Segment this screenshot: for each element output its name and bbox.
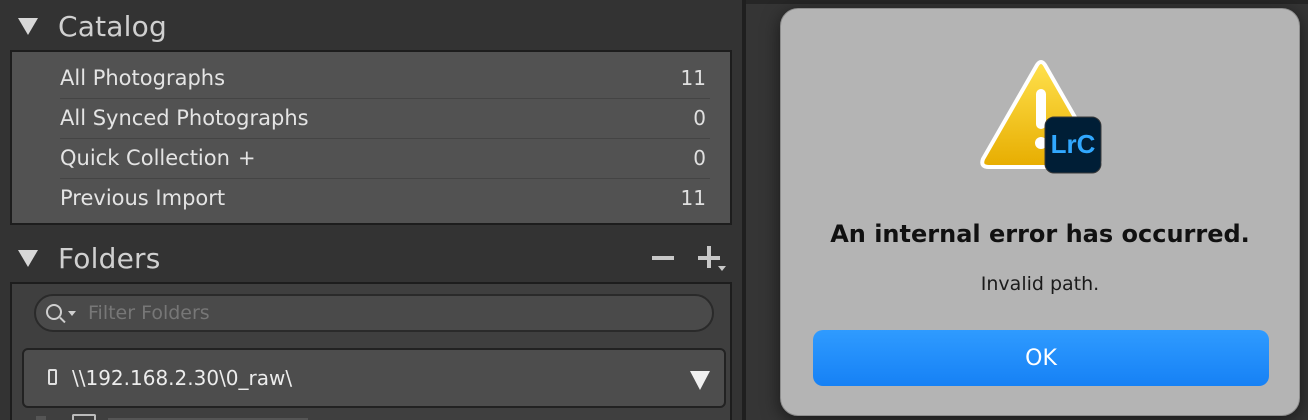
catalog-item-all-photographs[interactable]: All Photographs 11 — [12, 58, 730, 98]
volume-path: \\192.168.2.30\0_raw\ — [72, 366, 293, 390]
catalog-item-label: Previous Import — [60, 186, 226, 210]
folder-row-partial[interactable] — [32, 414, 332, 420]
dialog-title: An internal error has occurred. — [830, 220, 1250, 248]
catalog-item-label: All Synced Photographs — [60, 106, 309, 130]
filter-folders-field[interactable] — [34, 294, 714, 332]
error-dialog: LrC An internal error has occurred. Inva… — [780, 8, 1300, 416]
drive-icon — [48, 369, 57, 385]
collapse-triangle-icon[interactable] — [18, 250, 38, 267]
remove-folder-minus-icon[interactable] — [652, 256, 674, 260]
folders-header[interactable]: Folders — [0, 236, 742, 280]
left-panel: Catalog All Photographs 11 All Synced Ph… — [0, 0, 742, 420]
warning-icon: LrC — [980, 60, 1102, 174]
folder-actions — [648, 244, 732, 274]
quick-collection-plus-icon: + — [237, 146, 256, 170]
lrc-badge-text: LrC — [1051, 129, 1096, 159]
catalog-item-count: 11 — [680, 186, 706, 210]
volume-expand-triangle-icon[interactable] — [690, 371, 710, 390]
dialog-message: Invalid path. — [980, 273, 1100, 295]
catalog-item-count: 0 — [693, 106, 706, 130]
catalog-item-count: 11 — [680, 66, 706, 90]
add-folder-plus-icon[interactable] — [696, 244, 726, 272]
catalog-item-count: 0 — [693, 146, 706, 170]
folder-icon — [72, 414, 96, 420]
catalog-item-label: Quick Collection + — [60, 146, 256, 170]
catalog-header[interactable]: Catalog — [0, 4, 742, 48]
catalog-item-all-synced-photographs[interactable]: All Synced Photographs 0 — [12, 98, 730, 138]
folders-list: \\192.168.2.30\0_raw\ — [10, 282, 732, 420]
top-bar — [746, 0, 1308, 4]
collapse-triangle-icon[interactable] — [18, 18, 38, 35]
folders-title: Folders — [58, 241, 161, 275]
filter-folders-input[interactable] — [88, 300, 688, 326]
catalog-item-previous-import[interactable]: Previous Import 11 — [12, 178, 730, 218]
catalog-title: Catalog — [58, 9, 167, 43]
search-options-chevron-icon[interactable] — [68, 311, 76, 316]
ok-button[interactable]: OK — [813, 330, 1269, 386]
catalog-item-quick-collection[interactable]: Quick Collection + 0 — [12, 138, 730, 178]
quick-collection-label: Quick Collection — [60, 146, 230, 170]
catalog-item-label: All Photographs — [60, 66, 226, 90]
catalog-list: All Photographs 11 All Synced Photograph… — [10, 50, 732, 225]
volume-row[interactable]: \\192.168.2.30\0_raw\ — [22, 348, 726, 408]
